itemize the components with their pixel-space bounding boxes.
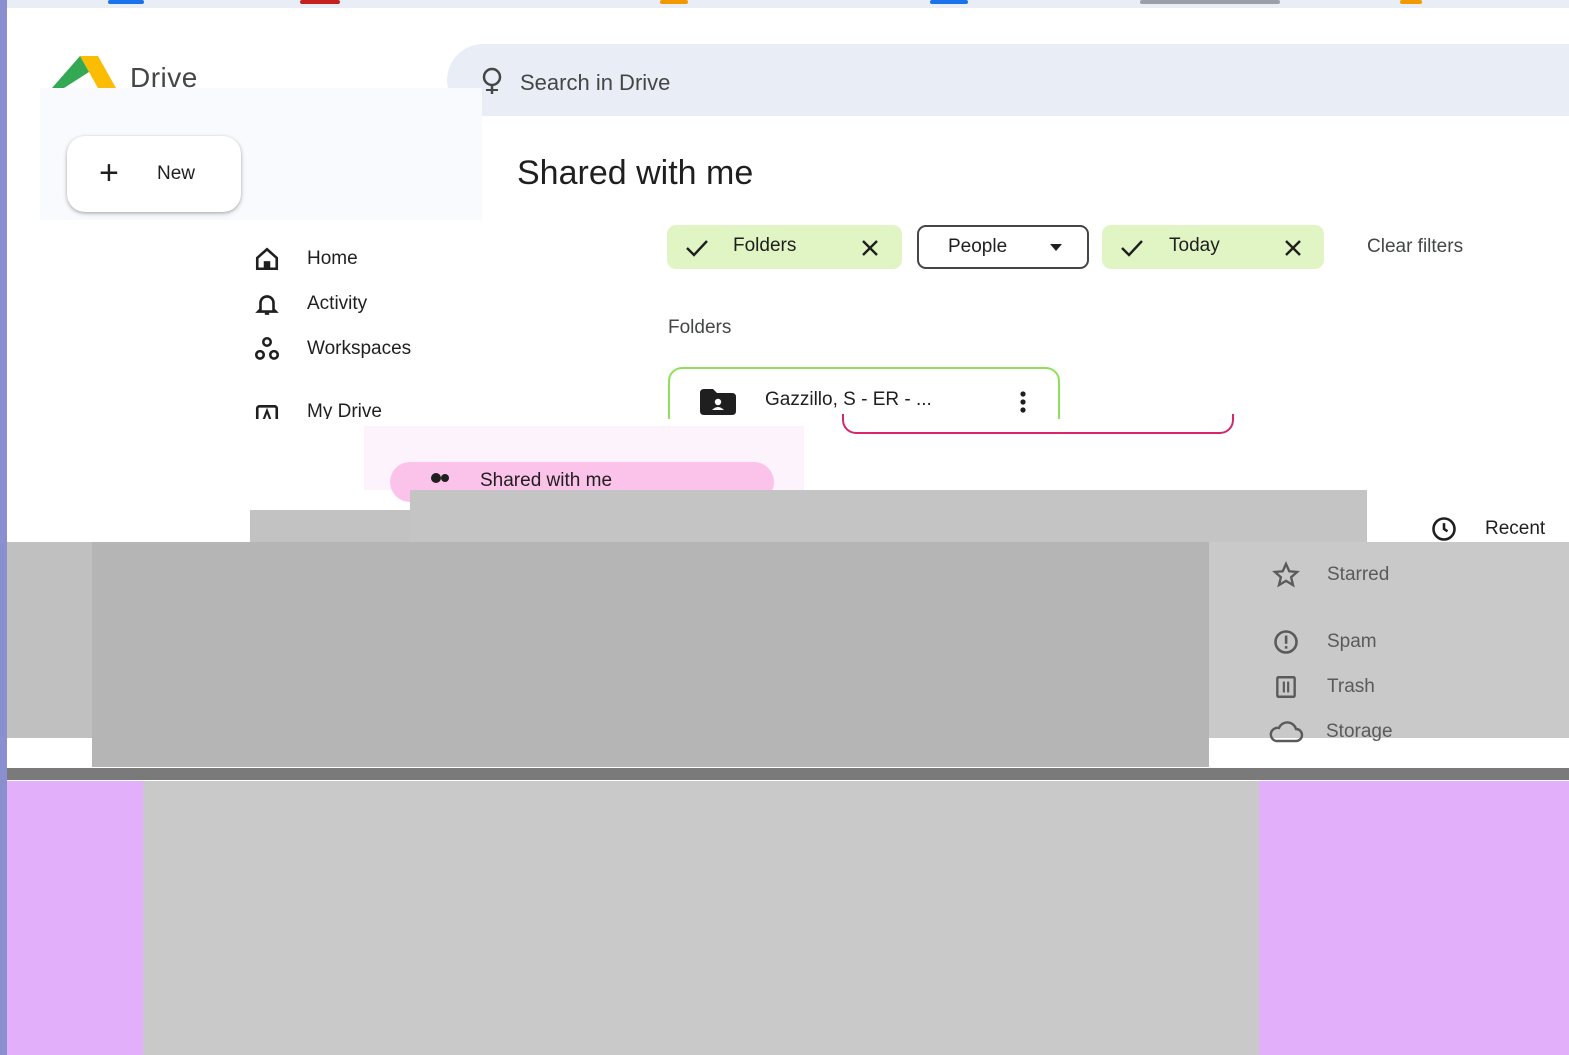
window-frame-edge [0, 0, 7, 1055]
render-glitch-block [7, 542, 92, 738]
caret-down-icon [1050, 244, 1062, 251]
sidebar-item-label: Activity [307, 293, 368, 314]
sidebar-item-my-drive[interactable]: My Drive [253, 401, 382, 419]
check-icon [1121, 240, 1143, 257]
filter-chip-people[interactable]: People [917, 225, 1089, 269]
render-glitch-block [143, 781, 1259, 1055]
section-label-folders: Folders [668, 317, 732, 338]
shared-folder-icon [700, 389, 736, 415]
render-glitch-line [7, 768, 1569, 780]
close-icon[interactable] [1284, 239, 1302, 257]
check-icon [686, 240, 708, 257]
home-icon [253, 245, 281, 273]
sidebar-item-trash[interactable]: Trash [1271, 672, 1375, 702]
search-input[interactable]: Search in Drive [520, 70, 670, 96]
my-drive-icon [253, 401, 281, 419]
sidebar-item-label: Shared with me [480, 470, 613, 488]
star-icon [1271, 560, 1301, 590]
workspaces-icon [253, 335, 281, 363]
filter-chip-label: People [948, 236, 1008, 257]
page-title: Shared with me [517, 154, 754, 192]
render-glitch-block [92, 542, 1209, 767]
clock-icon [1429, 514, 1459, 544]
close-icon[interactable] [861, 239, 879, 257]
browser-bookmarks-strip [0, 0, 1569, 8]
sidebar-item-label: My Drive [307, 401, 382, 419]
trash-icon [1271, 672, 1301, 702]
folder-name: Gazzillo, S - ER - ... [765, 389, 932, 410]
sidebar-item-label: Trash [1327, 676, 1375, 697]
sidebar-item-workspaces[interactable]: Workspaces [253, 335, 411, 363]
render-glitch-block [250, 510, 410, 542]
bell-icon [253, 290, 281, 318]
sidebar-item-storage[interactable]: Storage [1268, 717, 1393, 747]
focus-outline [842, 414, 1234, 434]
clear-filters-button[interactable]: Clear filters [1367, 236, 1463, 258]
sidebar-item-label: Home [307, 248, 358, 269]
filter-chip-folders[interactable]: Folders [667, 225, 902, 269]
filter-chip-label: Folders [733, 235, 797, 256]
render-glitch-block [1259, 781, 1569, 1055]
cloud-icon [1268, 717, 1304, 747]
sidebar-item-label: Recent [1485, 518, 1546, 539]
sidebar-item-starred[interactable]: Starred [1271, 560, 1389, 590]
plus-icon: + [99, 154, 119, 192]
render-glitch-block [7, 781, 143, 1055]
new-button-label: New [157, 163, 196, 184]
sidebar-item-recent[interactable]: Recent [1429, 514, 1545, 544]
more-vert-icon[interactable] [1018, 390, 1028, 414]
filter-chip-label: Today [1169, 235, 1220, 256]
filter-chip-today[interactable]: Today [1102, 225, 1324, 269]
sidebar-item-label: Starred [1327, 564, 1390, 585]
sidebar-item-label: Storage [1326, 721, 1393, 742]
spam-icon [1271, 627, 1301, 657]
sidebar-item-activity[interactable]: Activity [253, 290, 367, 318]
search-icon[interactable] [480, 66, 506, 96]
sidebar-item-label: Workspaces [307, 338, 412, 359]
sidebar-item-home[interactable]: Home [253, 245, 358, 273]
sidebar-item-label: Spam [1327, 631, 1377, 652]
render-glitch-block [410, 490, 1367, 542]
sidebar-item-spam[interactable]: Spam [1271, 627, 1377, 657]
people-icon [431, 473, 449, 483]
new-button[interactable]: + New [67, 136, 241, 212]
